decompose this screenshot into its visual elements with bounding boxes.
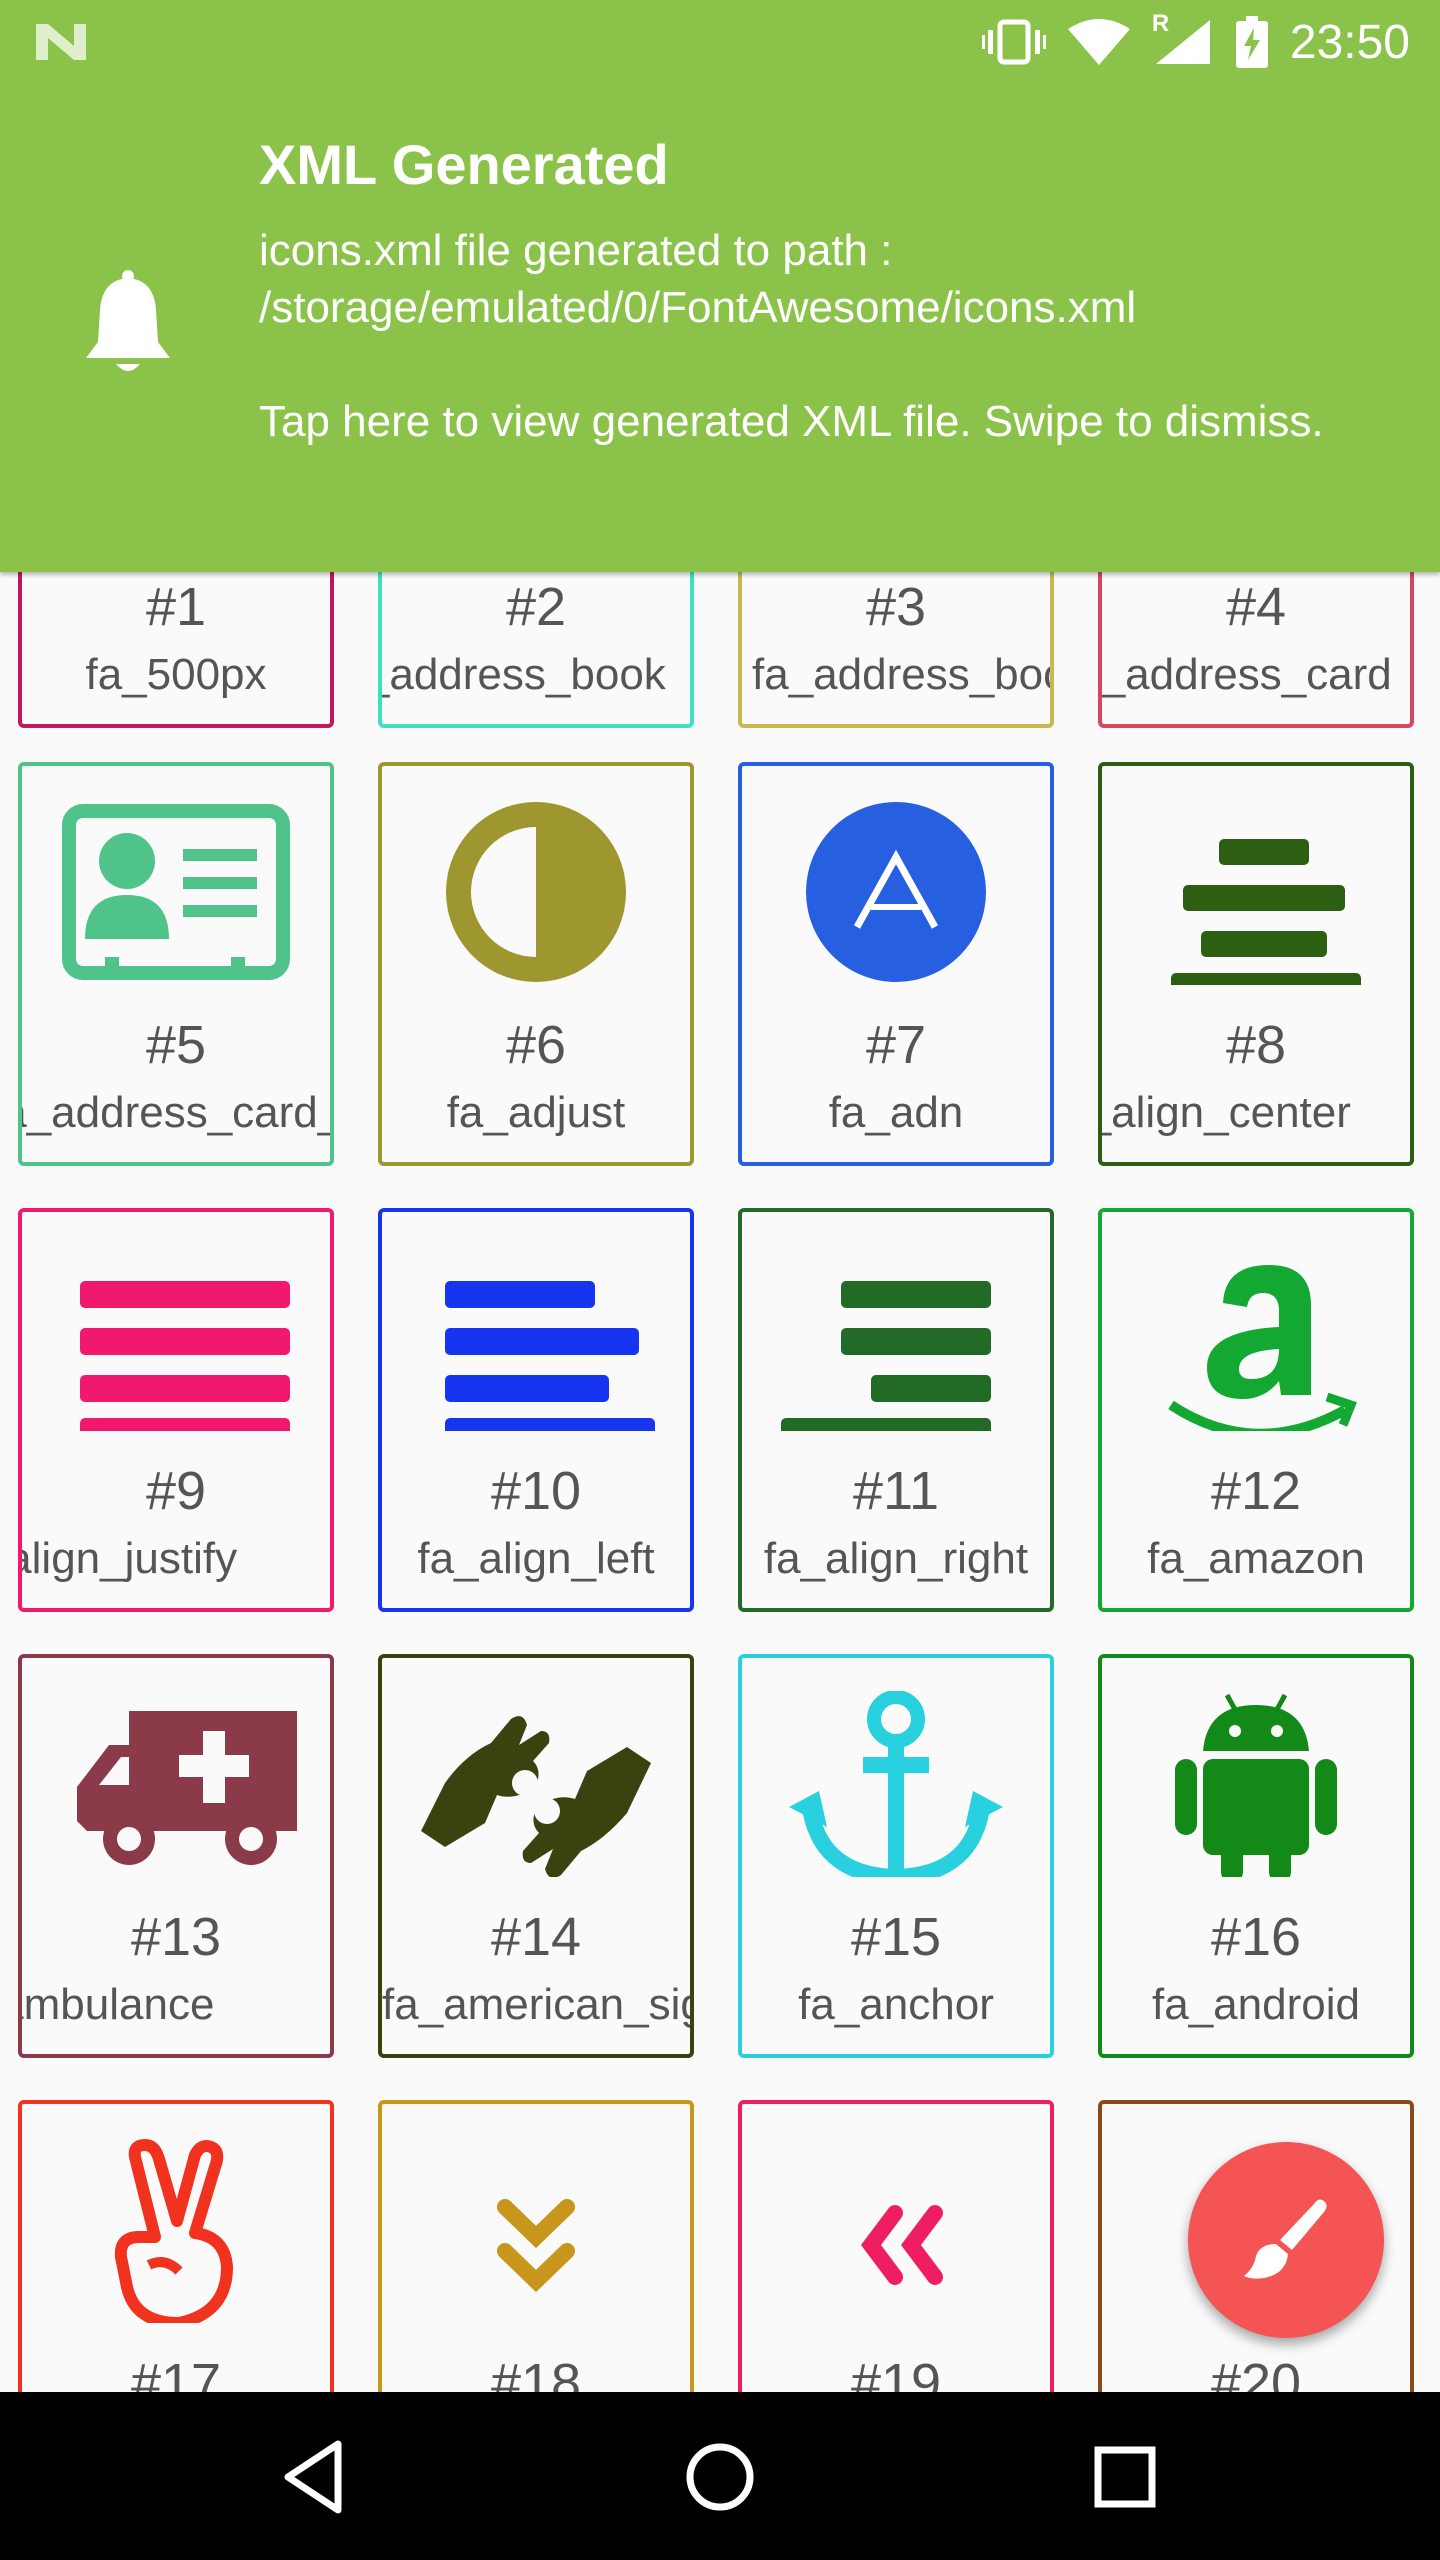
- align-justify-icon: [80, 1281, 290, 1431]
- card-number: #20: [1210, 2353, 1302, 2392]
- icon-card-12[interactable]: #12 fa_amazon: [1098, 1208, 1414, 1612]
- card-number: #1: [145, 577, 207, 637]
- clock: 23:50: [1289, 15, 1410, 69]
- card-number: #6: [505, 1015, 567, 1075]
- card-number: #4: [1225, 577, 1287, 637]
- android-icon: [1175, 1693, 1337, 1877]
- wifi-icon: [1067, 19, 1130, 65]
- icon-card-5[interactable]: #5 fa_address_card_o: [18, 762, 334, 1166]
- n-logo-icon: [36, 24, 86, 60]
- card-name: fa_address_card: [1102, 650, 1392, 699]
- icon-card-15[interactable]: #15 fa_anchor: [738, 1654, 1054, 2058]
- adjust-icon: [446, 802, 626, 982]
- card-name: fa_align_justify: [22, 1534, 238, 1583]
- align-center-icon: [1171, 839, 1361, 985]
- anchor-icon: [789, 1691, 1003, 1877]
- card-number: #3: [865, 577, 927, 637]
- status-bar: R 23:50: [0, 0, 1440, 84]
- paint-brush-icon: [1244, 2199, 1327, 2279]
- icon-card-18[interactable]: #18: [378, 2100, 694, 2392]
- card-number: #14: [490, 1907, 582, 1967]
- icon-card-9[interactable]: #9 fa_align_justify: [18, 1208, 334, 1612]
- back-icon[interactable]: [272, 2432, 362, 2522]
- home-icon[interactable]: [675, 2432, 765, 2522]
- vibrate-icon: [981, 19, 1046, 65]
- icon-card-13[interactable]: #13 fa_ambulance: [18, 1654, 334, 2058]
- angellist-icon: [114, 2139, 233, 2323]
- notification-path-text: icons.xml file generated to path : /stor…: [259, 226, 1137, 332]
- icon-card-14[interactable]: #14 fa_american_sign_language_interpreti…: [378, 1654, 694, 2058]
- align-left-icon: [445, 1281, 655, 1431]
- card-name: fa_align_right: [763, 1534, 1029, 1583]
- card-name: fa_align_left: [417, 1534, 655, 1583]
- card-number: #9: [145, 1461, 207, 1521]
- card-name: fa_adjust: [446, 1088, 626, 1137]
- icon-card-7[interactable]: #7 fa_adn: [738, 762, 1054, 1166]
- navigation-bar: [0, 2392, 1440, 2560]
- align-right-icon: [781, 1281, 991, 1431]
- card-number: #17: [130, 2353, 222, 2392]
- card-name: fa_american_sign_language_interpreting: [382, 1980, 690, 2029]
- notification-body: icons.xml file generated to path : /stor…: [259, 222, 1339, 450]
- bell-icon: [86, 270, 170, 371]
- ambulance-icon: [77, 1711, 297, 1865]
- recents-icon[interactable]: [1080, 2432, 1170, 2522]
- notification-panel[interactable]: R 23:50 XML Generated icons.xml file gen…: [0, 0, 1440, 572]
- signal-icon: R: [1152, 10, 1214, 66]
- card-number: #15: [850, 1907, 942, 1967]
- card-name: fa_address_book_o: [752, 650, 1050, 699]
- icon-card-8[interactable]: #8 fa_align_center: [1098, 762, 1414, 1166]
- card-name: fa_address_book: [382, 650, 666, 699]
- icon-card-19[interactable]: #19: [738, 2100, 1054, 2392]
- card-number: #16: [1210, 1907, 1302, 1967]
- card-number: #7: [865, 1015, 927, 1075]
- card-number: #10: [490, 1461, 582, 1521]
- card-name: fa_adn: [828, 1088, 964, 1137]
- icon-card-6[interactable]: #6 fa_adjust: [378, 762, 694, 1166]
- card-number: #18: [490, 2353, 582, 2392]
- card-number: #12: [1210, 1461, 1302, 1521]
- card-number: #11: [852, 1461, 940, 1521]
- angle-double-down-icon: [497, 2199, 575, 2293]
- card-number: #5: [145, 1015, 207, 1075]
- card-name: fa_android: [1152, 1980, 1360, 2029]
- battery-charging-icon: [1235, 16, 1268, 68]
- card-name: fa_align_center: [1102, 1088, 1351, 1137]
- icon-card-11[interactable]: #11 fa_align_right: [738, 1208, 1054, 1612]
- card-name: fa_anchor: [798, 1980, 994, 2029]
- notification-hint-text: Tap here to view generated XML file. Swi…: [259, 397, 1324, 446]
- adn-icon: [806, 802, 986, 982]
- card-name: fa_address_card_o: [22, 1088, 330, 1137]
- sign-language-icon: [421, 1716, 651, 1877]
- card-number: #13: [130, 1907, 222, 1967]
- roaming-indicator: R: [1151, 10, 1170, 37]
- icon-card-17[interactable]: #17: [18, 2100, 334, 2392]
- card-name: fa_ambulance: [22, 1980, 215, 2029]
- status-icons: R 23:50: [981, 10, 1410, 70]
- card-number: #2: [505, 577, 567, 637]
- icon-card-16[interactable]: #16 fa_android: [1098, 1654, 1414, 2058]
- notification-title: XML Generated: [259, 133, 669, 196]
- angle-double-left-icon: [861, 2205, 943, 2285]
- card-number: #19: [850, 2353, 942, 2392]
- card-number: #8: [1225, 1015, 1287, 1075]
- card-name: fa_500px: [85, 650, 267, 699]
- card-name: fa_amazon: [1147, 1534, 1365, 1583]
- address-card-o-icon: [62, 804, 290, 980]
- amazon-icon: [1168, 1265, 1357, 1431]
- icon-card-10[interactable]: #10 fa_align_left: [378, 1208, 694, 1612]
- paint-brush-button[interactable]: [1188, 2142, 1384, 2338]
